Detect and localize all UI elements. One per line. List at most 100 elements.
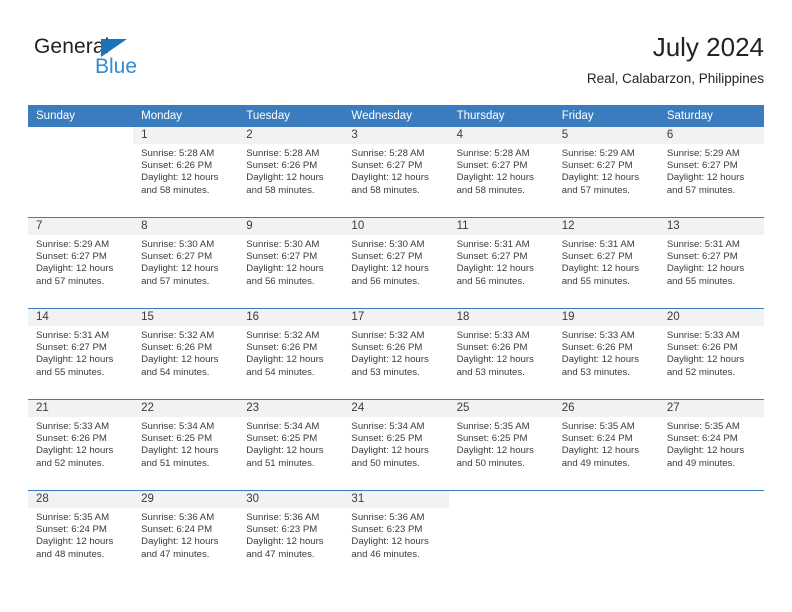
- calendar-cell: 10 Sunrise: 5:30 AM Sunset: 6:27 PM Dayligh…: [343, 217, 449, 309]
- calendar-cell: 24 Sunrise: 5:34 AM Sunset: 6:25 PM Dayligh…: [343, 399, 449, 491]
- day-details: Sunrise: 5:33 AM Sunset: 6:26 PM Daylight:…: [28, 417, 133, 470]
- sunset-text: Sunset: 6:27 PM: [666, 251, 738, 263]
- day-number: 15: [133, 309, 239, 326]
- daylight-text-line1: Daylight: 12 hours: [561, 263, 640, 275]
- daylight-text-line2: and 56 minutes.: [246, 275, 315, 287]
- daylight-text-line2: and 55 minutes.: [561, 275, 630, 287]
- sunset-text: Sunset: 6:27 PM: [561, 160, 633, 172]
- calendar-day[interactable]: 21 Sunrise: 5:33 AM Sunset: 6:26 PM Dayligh…: [28, 400, 134, 490]
- calendar-cell: 29 Sunrise: 5:36 AM Sunset: 6:24 PM Dayligh…: [133, 490, 239, 581]
- sunset-text: Sunset: 6:26 PM: [36, 433, 107, 445]
- calendar-day[interactable]: 3 Sunrise: 5:28 AM Sunset: 6:27 PM Daylight…: [343, 127, 449, 217]
- calendar-day[interactable]: 4 Sunrise: 5:28 AM Sunset: 6:27 PM Daylight…: [448, 127, 554, 217]
- day-details: Sunrise: 5:32 AM Sunset: 6:26 PM Daylight:…: [238, 326, 343, 379]
- daylight-text-line1: Daylight: 12 hours: [456, 172, 534, 184]
- calendar-day[interactable]: 16 Sunrise: 5:32 AM Sunset: 6:26 PM Dayligh…: [238, 309, 344, 399]
- calendar-day[interactable]: 7 Sunrise: 5:29 AM Sunset: 6:27 PM Daylight…: [28, 218, 134, 308]
- calendar-day[interactable]: 27 Sunrise: 5:35 AM Sunset: 6:24 PM Dayligh…: [658, 400, 764, 490]
- daylight-text-line1: Daylight: 12 hours: [666, 354, 745, 366]
- calendar-day[interactable]: 12 Sunrise: 5:31 AM Sunset: 6:27 PM Dayligh…: [553, 218, 659, 308]
- calendar-cell: 19 Sunrise: 5:33 AM Sunset: 6:26 PM Dayligh…: [553, 308, 659, 400]
- calendar-day[interactable]: 24 Sunrise: 5:34 AM Sunset: 6:25 PM Dayligh…: [343, 400, 449, 490]
- daylight-text-line2: and 55 minutes.: [36, 366, 105, 378]
- calendar-day[interactable]: 9 Sunrise: 5:30 AM Sunset: 6:27 PM Daylight…: [238, 218, 344, 308]
- calendar-cell: 27 Sunrise: 5:35 AM Sunset: 6:24 PM Dayligh…: [658, 399, 764, 491]
- day-number: 27: [658, 400, 764, 417]
- calendar-day[interactable]: 28 Sunrise: 5:35 AM Sunset: 6:24 PM Dayligh…: [28, 491, 134, 581]
- calendar-day[interactable]: 14 Sunrise: 5:31 AM Sunset: 6:27 PM Dayligh…: [28, 309, 134, 399]
- calendar-day[interactable]: 17 Sunrise: 5:32 AM Sunset: 6:26 PM Dayligh…: [343, 309, 449, 399]
- calendar-day-empty: [553, 491, 659, 581]
- calendar-day[interactable]: 20 Sunrise: 5:33 AM Sunset: 6:26 PM Dayligh…: [658, 309, 764, 399]
- calendar-day[interactable]: 1 Sunrise: 5:28 AM Sunset: 6:26 PM Daylight…: [133, 127, 239, 217]
- sunset-text: Sunset: 6:23 PM: [246, 524, 318, 536]
- sunrise-text: Sunrise: 5:29 AM: [561, 148, 635, 159]
- daylight-text-line2: and 58 minutes.: [351, 184, 420, 196]
- day-number: [553, 491, 659, 508]
- sunrise-text: Sunrise: 5:31 AM: [456, 239, 530, 250]
- calendar-day[interactable]: 11 Sunrise: 5:31 AM Sunset: 6:27 PM Dayligh…: [448, 218, 554, 308]
- weekday-header-thursday: Thursday: [448, 105, 554, 127]
- sunset-text: Sunset: 6:27 PM: [561, 251, 633, 263]
- calendar-day[interactable]: 6 Sunrise: 5:29 AM Sunset: 6:27 PM Daylight…: [658, 127, 764, 217]
- general-blue-logo[interactable]: General Blue: [34, 35, 194, 87]
- day-details: Sunrise: 5:35 AM Sunset: 6:25 PM Daylight:…: [449, 417, 554, 470]
- calendar-day[interactable]: 2 Sunrise: 5:28 AM Sunset: 6:26 PM Daylight…: [238, 127, 344, 217]
- weekday-header-row: Sunday Monday Tuesday Wednesday Thursday…: [28, 105, 764, 127]
- calendar-week-row: 14 Sunrise: 5:31 AM Sunset: 6:27 PM Dayligh…: [28, 308, 764, 400]
- calendar-cell: 28 Sunrise: 5:35 AM Sunset: 6:24 PM Dayligh…: [28, 490, 134, 581]
- calendar-day[interactable]: 5 Sunrise: 5:29 AM Sunset: 6:27 PM Daylight…: [553, 127, 659, 217]
- daylight-text-line2: and 54 minutes.: [246, 366, 315, 378]
- daylight-text-line1: Daylight: 12 hours: [561, 172, 640, 184]
- sunrise-text: Sunrise: 5:31 AM: [561, 239, 635, 250]
- daylight-text-line1: Daylight: 12 hours: [561, 354, 640, 366]
- calendar-week-row: 7 Sunrise: 5:29 AM Sunset: 6:27 PM Daylight…: [28, 217, 764, 309]
- calendar-page: General Blue July 2024 Real, Calabarzon,…: [0, 0, 792, 612]
- daylight-text-line2: and 49 minutes.: [666, 457, 736, 469]
- calendar-cell: 4 Sunrise: 5:28 AM Sunset: 6:27 PM Daylight…: [448, 127, 554, 218]
- calendar-cell: 25 Sunrise: 5:35 AM Sunset: 6:25 PM Dayligh…: [448, 399, 554, 491]
- sunrise-text: Sunrise: 5:35 AM: [666, 421, 740, 432]
- calendar-day[interactable]: 26 Sunrise: 5:35 AM Sunset: 6:24 PM Dayligh…: [553, 400, 659, 490]
- daylight-text-line1: Daylight: 12 hours: [141, 536, 219, 548]
- daylight-text-line1: Daylight: 12 hours: [456, 354, 534, 366]
- calendar-cell: 1 Sunrise: 5:28 AM Sunset: 6:26 PM Daylight…: [133, 127, 239, 218]
- sunrise-text: Sunrise: 5:34 AM: [141, 421, 215, 432]
- day-number: 28: [28, 491, 134, 508]
- daylight-text-line1: Daylight: 12 hours: [36, 536, 114, 548]
- calendar-day[interactable]: 31 Sunrise: 5:36 AM Sunset: 6:23 PM Dayligh…: [343, 491, 449, 581]
- calendar-day[interactable]: 22 Sunrise: 5:34 AM Sunset: 6:25 PM Dayligh…: [133, 400, 239, 490]
- daylight-text-line1: Daylight: 12 hours: [666, 445, 745, 457]
- sunrise-text: Sunrise: 5:34 AM: [246, 421, 320, 432]
- day-details: Sunrise: 5:32 AM Sunset: 6:26 PM Daylight:…: [343, 326, 448, 379]
- calendar-day[interactable]: 25 Sunrise: 5:35 AM Sunset: 6:25 PM Dayligh…: [448, 400, 554, 490]
- calendar-day[interactable]: 30 Sunrise: 5:36 AM Sunset: 6:23 PM Dayligh…: [238, 491, 344, 581]
- calendar-day[interactable]: 13 Sunrise: 5:31 AM Sunset: 6:27 PM Dayligh…: [658, 218, 764, 308]
- calendar-day[interactable]: 29 Sunrise: 5:36 AM Sunset: 6:24 PM Dayligh…: [133, 491, 239, 581]
- calendar-day[interactable]: 10 Sunrise: 5:30 AM Sunset: 6:27 PM Dayligh…: [343, 218, 449, 308]
- daylight-text-line1: Daylight: 12 hours: [351, 263, 429, 275]
- daylight-text-line1: Daylight: 12 hours: [141, 354, 219, 366]
- calendar-cell: 20 Sunrise: 5:33 AM Sunset: 6:26 PM Dayligh…: [658, 308, 764, 400]
- day-number: 8: [133, 218, 239, 235]
- daylight-text-line1: Daylight: 12 hours: [246, 536, 324, 548]
- calendar-day[interactable]: 23 Sunrise: 5:34 AM Sunset: 6:25 PM Dayligh…: [238, 400, 344, 490]
- calendar-cell: 22 Sunrise: 5:34 AM Sunset: 6:25 PM Dayligh…: [133, 399, 239, 491]
- daylight-text-line2: and 49 minutes.: [561, 457, 630, 469]
- sunrise-text: Sunrise: 5:28 AM: [141, 148, 215, 159]
- sunset-text: Sunset: 6:24 PM: [666, 433, 738, 445]
- day-number: 29: [133, 491, 239, 508]
- calendar-day[interactable]: 19 Sunrise: 5:33 AM Sunset: 6:26 PM Dayligh…: [553, 309, 659, 399]
- calendar-week-row: 21 Sunrise: 5:33 AM Sunset: 6:26 PM Dayligh…: [28, 399, 764, 491]
- calendar-day[interactable]: 15 Sunrise: 5:32 AM Sunset: 6:26 PM Dayligh…: [133, 309, 239, 399]
- weekday-header-wednesday: Wednesday: [343, 105, 449, 127]
- daylight-text-line2: and 52 minutes.: [36, 457, 105, 469]
- daylight-text-line2: and 57 minutes.: [141, 275, 210, 287]
- daylight-text-line2: and 52 minutes.: [666, 366, 736, 378]
- sunset-text: Sunset: 6:23 PM: [351, 524, 423, 536]
- calendar-day[interactable]: 18 Sunrise: 5:33 AM Sunset: 6:26 PM Dayligh…: [448, 309, 554, 399]
- day-number: 24: [343, 400, 449, 417]
- day-number: 9: [238, 218, 344, 235]
- daylight-text-line1: Daylight: 12 hours: [351, 445, 429, 457]
- calendar-day[interactable]: 8 Sunrise: 5:30 AM Sunset: 6:27 PM Daylight…: [133, 218, 239, 308]
